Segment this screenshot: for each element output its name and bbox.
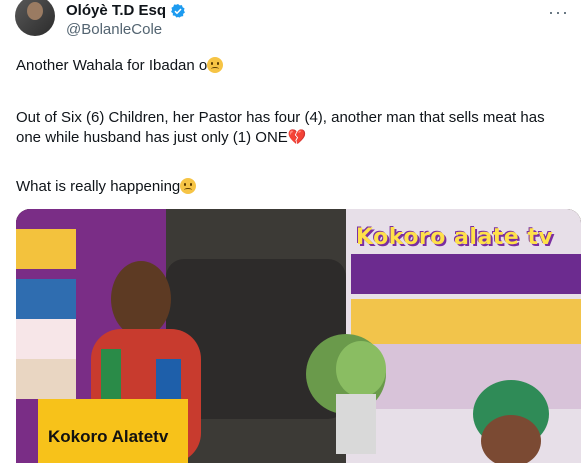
author-name[interactable]: Olóyè T.D Esq xyxy=(66,2,166,19)
video-overlay-brand: Kokoro alate tv xyxy=(356,225,554,250)
tweet-line-1: Another Wahala for Ibadan o xyxy=(16,56,571,76)
broken-heart-emoji: 💔 xyxy=(287,129,307,146)
more-options-icon[interactable]: ··· xyxy=(548,2,569,23)
author-handle[interactable]: @BolanleCole xyxy=(66,21,162,38)
sad-face-emoji xyxy=(180,178,197,194)
video-player[interactable]: Kokoro alate tv Kokoro Alatetv xyxy=(16,209,581,463)
tweet-line-3: What is really happening xyxy=(16,177,571,197)
author-avatar[interactable] xyxy=(15,0,55,36)
sad-face-emoji xyxy=(207,57,224,73)
video-lower-label: Kokoro Alatetv xyxy=(38,399,188,463)
verified-badge-icon xyxy=(171,3,185,18)
video-lower-label-text: Kokoro Alatetv xyxy=(48,427,169,446)
tweet-line-2: Out of Six (6) Children, her Pastor has … xyxy=(16,109,545,146)
author-name-row[interactable]: Olóyè T.D Esq xyxy=(66,2,186,19)
